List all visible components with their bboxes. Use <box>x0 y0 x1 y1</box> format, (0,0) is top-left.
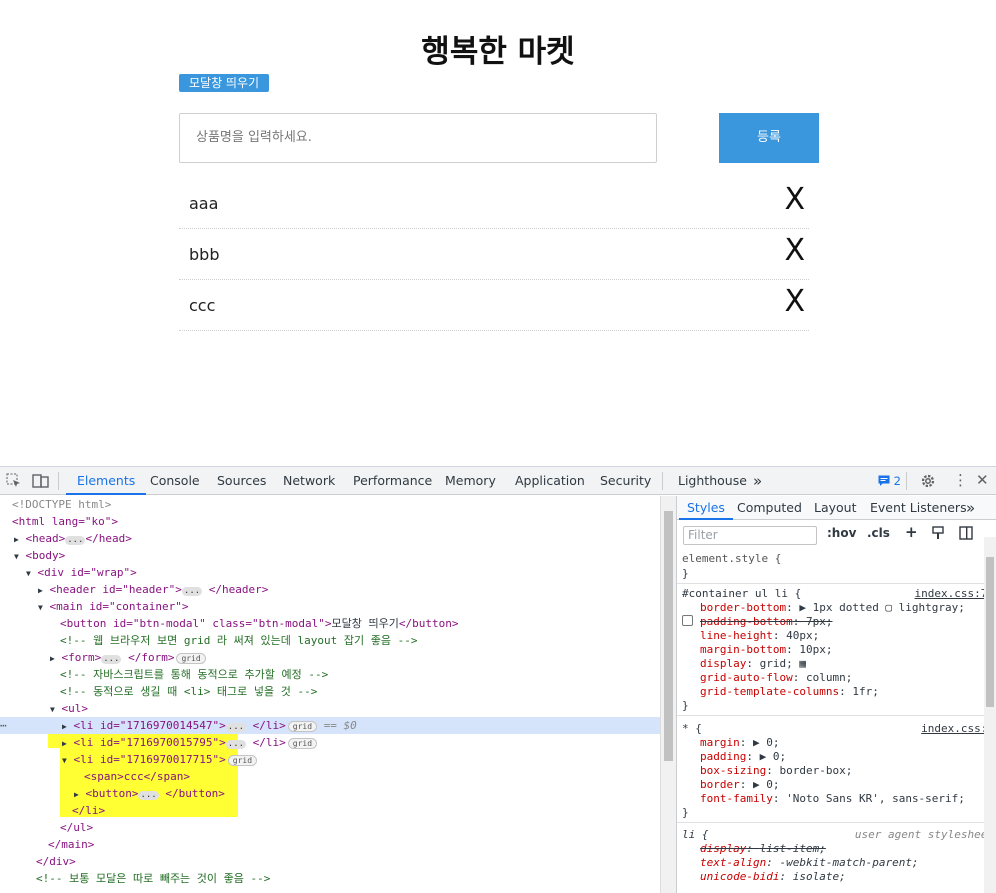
tab-layout[interactable]: Layout <box>814 496 857 520</box>
css-declaration[interactable]: line-height: 40px; <box>700 629 996 643</box>
dom-scrollbar[interactable] <box>660 496 676 893</box>
styles-filter-input[interactable]: Filter <box>683 526 817 545</box>
dom-doctype: <!DOCTYPE html> <box>12 498 112 511</box>
css-declaration[interactable]: border: ▶ 0; <box>700 778 996 792</box>
message-icon <box>878 475 890 486</box>
list-item-text: ccc <box>189 296 216 315</box>
delete-icon[interactable]: X <box>784 236 805 266</box>
css-declaration[interactable]: font-family: 'Noto Sans KR', sans-serif; <box>700 792 996 806</box>
css-declaration[interactable]: text-align: -webkit-match-parent; <box>700 856 996 870</box>
tab-memory[interactable]: Memory <box>445 467 496 495</box>
list-item: bbb X <box>179 229 809 280</box>
styles-scrollbar[interactable] <box>984 537 996 893</box>
user-agent-label: user agent stylesheet <box>854 828 994 841</box>
css-declaration[interactable]: margin-bottom: 10px; <box>700 643 996 657</box>
open-modal-button[interactable]: 모달창 띄우기 <box>179 74 270 92</box>
tab-styles[interactable]: Styles <box>679 496 733 520</box>
tab-event-listeners[interactable]: Event Listeners <box>870 496 967 520</box>
dom-node-form[interactable]: ▶ <form>... </form> grid <box>50 649 206 666</box>
register-button[interactable]: 등록 <box>719 113 819 163</box>
tab-elements[interactable]: Elements <box>66 467 147 495</box>
dom-html: <html lang="ko"> <box>12 515 118 528</box>
css-declaration[interactable]: border-bottom: ▶ 1px dotted ▢ lightgray; <box>700 601 996 615</box>
devtools-panel: Elements Console Sources Network Perform… <box>0 466 996 893</box>
css-declaration[interactable]: box-sizing: border-box; <box>700 764 996 778</box>
property-checkbox[interactable] <box>682 615 693 626</box>
dom-node-span[interactable]: <span>ccc</span> <box>84 768 190 785</box>
dom-node-button-modal[interactable]: <button id="btn-modal" class="btn-modal"… <box>60 615 458 632</box>
tab-console[interactable]: Console <box>150 467 200 495</box>
css-declaration-overridden[interactable]: display: list-item; <box>700 842 996 856</box>
list-item-text: bbb <box>189 245 220 264</box>
element-style-selector: element.style { <box>682 552 782 565</box>
tab-security[interactable]: Security <box>600 467 651 495</box>
dom-node-li[interactable]: ▶ <li id="1716970015795">... </li> grid <box>62 734 318 751</box>
dom-node-ul[interactable]: ▼ <ul> <box>50 700 88 717</box>
inspect-element-icon[interactable] <box>6 473 22 493</box>
dom-tree[interactable]: <!DOCTYPE html> <html lang="ko"> ▶ <head… <box>0 496 660 893</box>
delete-icon[interactable]: X <box>784 287 805 317</box>
dom-node-li-selected[interactable]: ⋯ ▶ <li id="1716970014547">... </li> grid … <box>0 717 660 734</box>
tab-network[interactable]: Network <box>283 467 335 495</box>
css-declaration-overridden[interactable]: padding-bottom: 7px; <box>700 615 996 629</box>
css-source-link[interactable]: index.css:70 <box>915 587 994 600</box>
list-item-text: aaa <box>189 194 219 213</box>
list-item: aaa X <box>179 178 809 229</box>
settings-gear-icon[interactable] <box>920 473 936 493</box>
styles-pane: Styles Computed Layout Event Listeners »… <box>676 496 996 893</box>
kebab-menu-icon[interactable]: ⋮ <box>953 471 968 489</box>
hover-state-toggle[interactable]: :hov <box>827 526 856 540</box>
dom-comment[interactable]: <!-- 동적으로 생길 때 <li> 태그로 넣을 것 --> <box>60 683 317 700</box>
list-item: ccc X <box>179 280 809 331</box>
tab-performance[interactable]: Performance <box>353 467 432 495</box>
product-name-input[interactable]: 상품명을 입력하세요. <box>179 113 657 163</box>
tab-computed[interactable]: Computed <box>737 496 802 520</box>
paint-icon[interactable] <box>931 526 945 543</box>
css-declaration[interactable]: margin: ▶ 0; <box>700 736 996 750</box>
styles-tabbar: Styles Computed Layout Event Listeners » <box>677 496 996 520</box>
sidebar-toggle-icon[interactable] <box>959 526 973 543</box>
css-declaration[interactable]: unicode-bidi: isolate; <box>700 870 996 884</box>
app-viewport: 행복한 마켓 모달창 띄우기 상품명을 입력하세요. 등록 aaa X bbb … <box>0 0 996 466</box>
tab-sources[interactable]: Sources <box>217 467 266 495</box>
dom-node-button[interactable]: ▶ <button>... </button> <box>74 785 225 802</box>
close-icon[interactable]: ✕ <box>976 471 989 489</box>
css-declaration[interactable]: grid-auto-flow: column; <box>700 671 996 685</box>
dom-node-header[interactable]: ▶ <header id="header">... </header> <box>38 581 268 598</box>
issues-count: 2 <box>893 474 901 488</box>
product-list: aaa X bbb X ccc X <box>179 178 809 331</box>
more-tabs-icon[interactable]: » <box>966 496 975 520</box>
delete-icon[interactable]: X <box>784 185 805 215</box>
css-declaration[interactable]: grid-template-columns: 1fr; <box>700 685 996 699</box>
dom-node-main[interactable]: ▼ <main id="container"> <box>38 598 189 615</box>
dom-comment[interactable]: <!-- 자바스크립트를 통해 동적으로 추가할 예정 --> <box>60 666 328 683</box>
new-rule-icon[interactable]: + <box>905 523 918 541</box>
dom-node-wrap[interactable]: ▼ <div id="wrap"> <box>26 564 137 581</box>
dom-node-li[interactable]: ▼ <li id="1716970017715"> grid <box>62 751 258 768</box>
issues-badge[interactable]: 2 <box>878 474 901 488</box>
dom-comment[interactable]: <!-- 보통 모달은 따로 빼주는 것이 좋음 --> <box>36 870 270 887</box>
tab-lighthouse[interactable]: Lighthouse <box>678 467 747 495</box>
css-declaration[interactable]: display: grid; ▦ <box>700 657 996 671</box>
more-tabs-icon[interactable]: » <box>753 467 762 495</box>
device-toolbar-icon[interactable] <box>32 473 50 493</box>
dom-node-body[interactable]: ▼ <body> <box>14 547 65 564</box>
tab-application[interactable]: Application <box>515 467 585 495</box>
css-declaration[interactable]: padding: ▶ 0; <box>700 750 996 764</box>
dom-node-head[interactable]: ▶ <head>... </head> <box>14 530 132 547</box>
dom-comment[interactable]: <!-- 웹 브라우저 보면 grid 라 써져 있는데 layout 잡기 좋… <box>60 632 417 649</box>
devtools-tabbar: Elements Console Sources Network Perform… <box>0 467 996 495</box>
page-title: 행복한 마켓 <box>421 34 575 70</box>
class-toggle[interactable]: .cls <box>867 526 890 540</box>
